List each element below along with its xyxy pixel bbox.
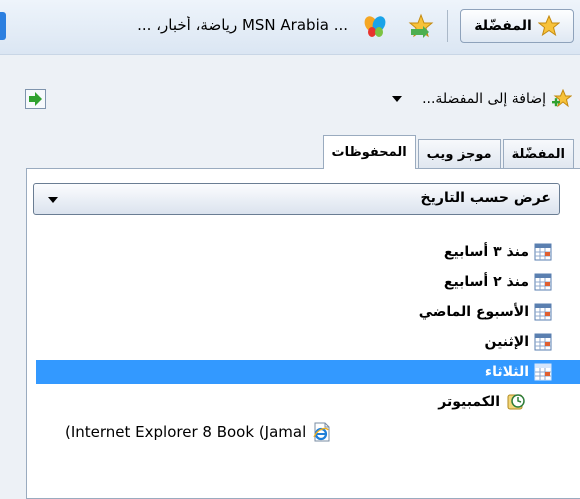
- history-item-2-weeks-ago[interactable]: منذ ٢ أسابيع: [444, 270, 552, 294]
- history-page-ie8-book[interactable]: (Internet Explorer 8 Book (Jamal: [65, 420, 332, 444]
- calendar-icon: [534, 333, 552, 351]
- pin-favorites-center-button[interactable]: [25, 89, 46, 109]
- history-item-label: الثلاثاء: [484, 364, 529, 380]
- tab-favorites[interactable]: المفضّلة: [502, 139, 574, 169]
- history-page-label: (Internet Explorer 8 Book (Jamal: [65, 423, 307, 441]
- history-item-label: منذ ٢ أسابيع: [443, 274, 529, 290]
- add-to-favorites-label: إضافة إلى المفضلة...: [422, 91, 546, 107]
- history-pane: عرض حسب التاريخ منذ ٣ أسابيع منذ ٢ أسابي…: [26, 168, 580, 499]
- history-item-tuesday[interactable]: الثلاثاء: [36, 360, 580, 384]
- view-by-selected: عرض حسب التاريخ: [420, 190, 551, 206]
- history-item-last-week[interactable]: الأسبوع الماضي: [419, 300, 552, 324]
- history-item-3-weeks-ago[interactable]: منذ ٣ أسابيع: [444, 240, 552, 264]
- tab-history-label: المحفوظات: [331, 145, 407, 160]
- history-item-label: الإثنين: [484, 334, 529, 350]
- toolbar-separator: [447, 10, 448, 42]
- favorites-bar: ... MSN Arabia رياضة، أخبار، ... المفضّل…: [0, 0, 580, 55]
- dropdown-arrow-icon: [48, 197, 58, 203]
- favorites-button[interactable]: المفضّلة: [460, 9, 574, 43]
- history-site-label: الكمبيوتر: [438, 394, 500, 410]
- tab-history[interactable]: المحفوظات: [322, 135, 416, 169]
- calendar-icon: [534, 303, 552, 321]
- favorites-button-label: المفضّلة: [474, 18, 532, 34]
- msn-butterfly-icon: [364, 16, 386, 37]
- add-to-favorites-bar-icon[interactable]: [408, 12, 434, 40]
- star-icon: [537, 15, 560, 37]
- history-item-label: منذ ٣ أسابيع: [443, 244, 529, 260]
- msn-arabia-link[interactable]: ... MSN Arabia رياضة، أخبار، ...: [30, 16, 348, 38]
- star-plus-icon: [552, 89, 572, 108]
- calendar-icon: [534, 243, 552, 261]
- tab-feeds-label: موجز ويب: [426, 147, 492, 162]
- tab-favorites-label: المفضّلة: [511, 147, 565, 162]
- history-item-monday[interactable]: الإثنين: [484, 330, 552, 354]
- add-to-favorites-menu[interactable]: إضافة إلى المفضلة...: [392, 87, 572, 111]
- chevron-down-icon: [392, 96, 403, 102]
- favorites-center-panel: إضافة إلى المفضلة... المفضّلة موجز ويب ا…: [0, 55, 580, 499]
- msn-link-label: ... MSN Arabia رياضة، أخبار، ...: [137, 16, 348, 34]
- history-item-label: الأسبوع الماضي: [418, 304, 529, 320]
- history-site-computer[interactable]: الكمبيوتر: [438, 390, 526, 414]
- view-by-dropdown[interactable]: عرض حسب التاريخ: [33, 183, 560, 215]
- tab-feeds[interactable]: موجز ويب: [417, 139, 501, 169]
- calendar-icon: [534, 363, 552, 381]
- calendar-icon: [534, 273, 552, 291]
- favorites-center-tabs: المفضّلة موجز ويب المحفوظات: [321, 135, 574, 169]
- overflow-edge[interactable]: [0, 12, 6, 40]
- green-arrow-icon: [29, 92, 42, 106]
- internet-explorer-page-icon: [313, 422, 330, 442]
- history-clock-icon: [507, 394, 525, 410]
